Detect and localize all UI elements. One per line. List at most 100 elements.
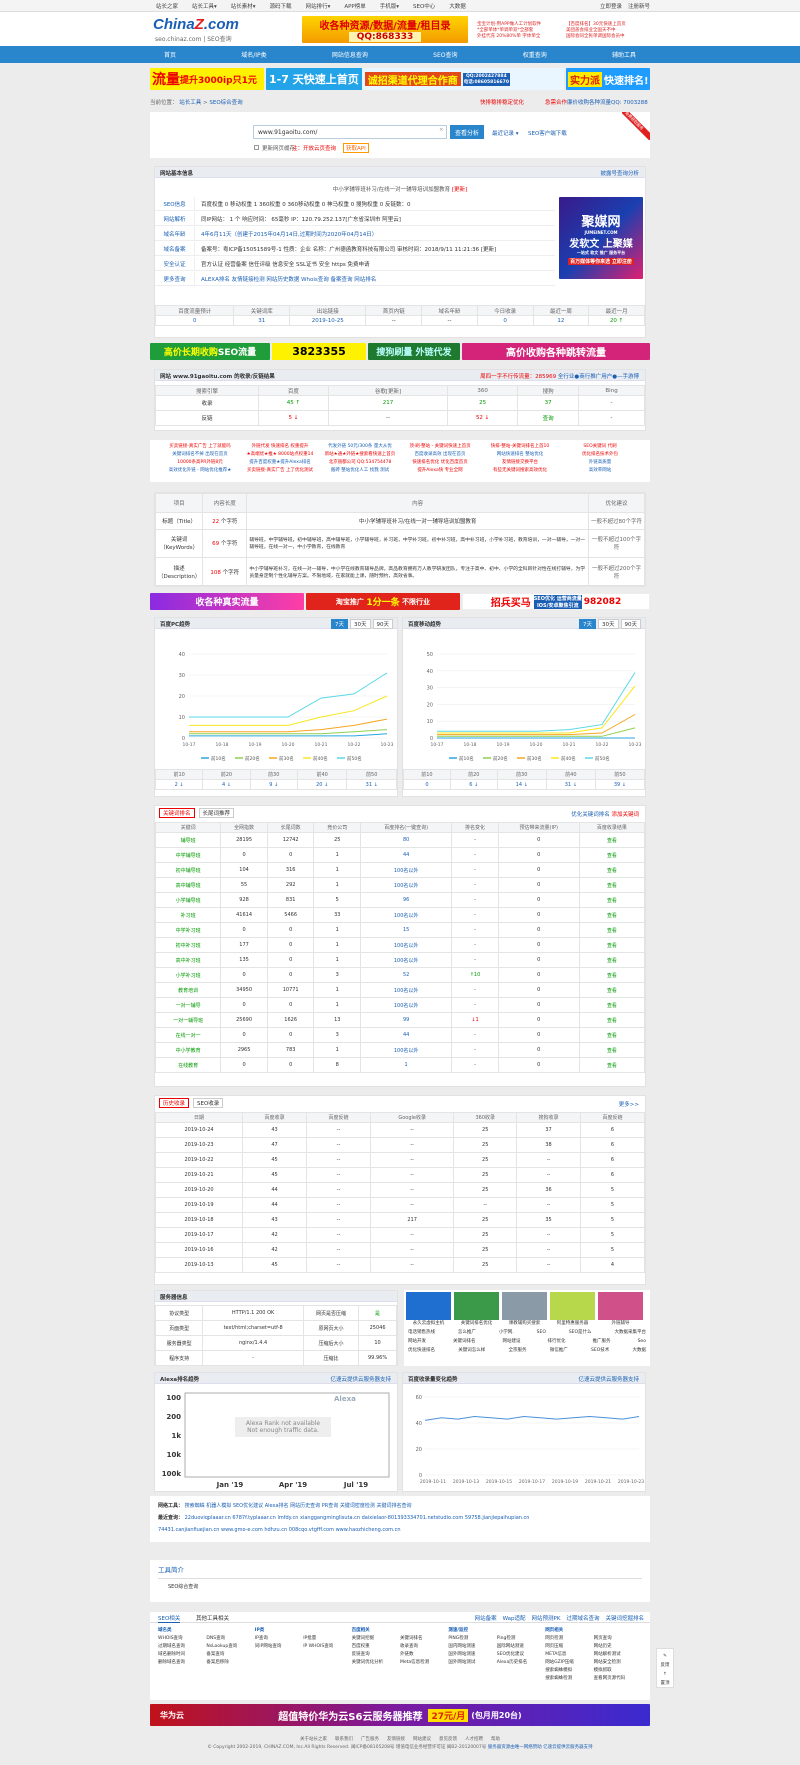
kw-cell[interactable]: 辅导班 (154, 832, 222, 848)
kw-cell[interactable]: 在线教育 (154, 1057, 222, 1073)
back-to-top-button[interactable]: ↑ 置顶 (657, 1670, 673, 1688)
footer-link[interactable]: 网页压缩 (545, 1643, 593, 1651)
main-nav-seo[interactable]: SEO查询 (419, 50, 471, 59)
login-link[interactable]: 立即登录 (600, 2, 622, 10)
footer-link[interactable]: META信息 (545, 1651, 593, 1659)
footer-link[interactable]: 网站历史 (594, 1643, 642, 1651)
footer-link[interactable]: IP WHOIS查询 (303, 1643, 351, 1651)
footer-link[interactable]: 过期域名查询 (158, 1643, 206, 1651)
kw-cell[interactable]: 100名以外 (360, 1042, 453, 1058)
footer-link[interactable]: 删除域名查询 (158, 1659, 206, 1667)
side-ad-jumei[interactable]: 聚媒网 JUMEINET.COM 发软文 上聚媒 一站式 软文 推广 服务平台 … (559, 197, 643, 279)
banner-ad-ranking[interactable]: 1-7 天快速上首页 诚招渠道代理合作商 QQ:2002427884 电话:086… (266, 68, 564, 90)
pc-range-90d[interactable]: 90天 (372, 619, 393, 629)
kw-cell[interactable]: 100名以外 (360, 862, 453, 878)
footer-link[interactable]: 国外网站测速 (448, 1651, 496, 1659)
footer-link[interactable]: Alexa历史排名 (497, 1659, 545, 1667)
mobile-range-30d[interactable]: 30天 (598, 619, 619, 629)
footer-link[interactable]: 反链查询 (352, 1651, 400, 1659)
kw-cell[interactable]: 中小学教育 (154, 1042, 222, 1058)
kw-cell[interactable]: 初中辅导班 (154, 862, 222, 878)
kw-cell[interactable]: 查看 (578, 907, 646, 923)
footer-link[interactable]: 网页查询 (594, 1635, 642, 1643)
kw-cell[interactable]: 100名以外 (360, 952, 453, 968)
top-nav-item[interactable]: 站长工具▾ (192, 2, 217, 10)
kw-cell[interactable]: 99 (360, 1012, 453, 1028)
footer-link[interactable]: 外链数 (400, 1651, 448, 1659)
ad-real-traffic[interactable]: 收各种真实流量 (150, 593, 304, 610)
footer-link[interactable]: NsLookup查询 (206, 1643, 254, 1651)
tab-history-index[interactable]: 历史收录 (159, 1098, 190, 1108)
top-nav-item[interactable]: 手机版▾ (380, 2, 399, 10)
domain-input[interactable]: www.91gaoitu.com/ (253, 125, 447, 139)
basic-info-link[interactable]: 披露号查询分析 (600, 169, 639, 177)
kw-cell[interactable]: 96 (360, 892, 453, 908)
footer-link[interactable]: 模拟抓取 (594, 1667, 642, 1675)
top-nav-item[interactable]: 大数据 (449, 2, 466, 10)
kw-cell[interactable]: 查看 (578, 832, 646, 848)
banner-ad-traffic[interactable]: 流量 提升3000ip只1元 (150, 68, 264, 90)
api-link[interactable]: 获取API (343, 143, 369, 153)
kw-cell[interactable]: 高中辅导班 (154, 877, 222, 893)
search-button[interactable]: 查看分析 (450, 125, 484, 139)
banner-ad-power[interactable]: 实力派 快速排名! (566, 68, 650, 90)
mobile-range-90d[interactable]: 90天 (620, 619, 641, 629)
top-nav-item[interactable]: SEO中心 (413, 2, 435, 10)
footer-link[interactable]: 网站GZIP压缩 (545, 1659, 593, 1667)
tab-seo-index[interactable]: SEO收录 (193, 1098, 224, 1108)
kw-cell[interactable]: 52 (360, 967, 453, 983)
breadcrumb-current[interactable]: SEO综合查询 (209, 100, 242, 106)
tab-keyword-rank[interactable]: 关键词排名 (159, 808, 195, 818)
kw-cell[interactable]: 80 (360, 832, 453, 848)
footer-link[interactable]: 备案查询 (206, 1651, 254, 1659)
footer-link[interactable]: IP批量 (303, 1635, 351, 1643)
footer-link[interactable]: 国际网站测速 (497, 1643, 545, 1651)
footer-link[interactable]: Ping检测 (497, 1635, 545, 1643)
crumb-ad-1[interactable]: 快排稳排稳定优化 (480, 98, 524, 106)
kw-cell[interactable]: 100名以外 (360, 997, 453, 1013)
main-nav-weight[interactable]: 权重查询 (509, 50, 561, 59)
kw-cell[interactable]: 高中补习班 (154, 952, 222, 968)
ad-sogou[interactable]: 搜狗刷量 外链代发 (368, 343, 460, 360)
kw-cell[interactable]: 查看 (578, 847, 646, 863)
clear-icon[interactable]: × (439, 127, 444, 133)
optimize-keyword-link[interactable]: 优化关键词排名 (571, 812, 610, 818)
ad-taobao[interactable]: 淘宝推广 1分一条 不限行业 (306, 593, 460, 610)
bottom-ad-huawei[interactable]: 华为云 超值特价华为云S6云服务器推荐 27元/月 (包月用20台) (150, 1704, 650, 1726)
kw-cell[interactable]: 15 (360, 922, 453, 938)
footer-link[interactable]: 关键词排名 (400, 1635, 448, 1643)
footer-link[interactable]: PING检测 (448, 1635, 496, 1643)
corner-ribbon[interactable]: 免费获取服务 (622, 112, 650, 140)
top-nav-item[interactable]: 网站排行▾ (306, 2, 331, 10)
main-nav-home[interactable]: 首页 (150, 50, 190, 59)
kw-cell[interactable]: 查看 (578, 862, 646, 878)
footer-link[interactable]: 国内网站测速 (448, 1643, 496, 1651)
kw-cell[interactable]: 1 (360, 1057, 453, 1073)
footer-link[interactable]: 搜索蜘蛛检测 (545, 1675, 593, 1683)
main-nav-tools[interactable]: 辅助工具 (598, 50, 650, 59)
kw-cell[interactable]: 查看 (578, 922, 646, 938)
kw-cell[interactable]: 查看 (578, 982, 646, 998)
footer-link[interactable]: 网站安全检测 (594, 1659, 642, 1667)
kw-cell[interactable]: 一对一辅导 (154, 997, 222, 1013)
top-nav-item[interactable]: APP榜单 (344, 2, 365, 10)
kw-cell[interactable]: 初中补习班 (154, 937, 222, 953)
footer-tab-other[interactable]: 其他工具相关 (196, 1614, 229, 1622)
kw-cell[interactable]: 100名以外 (360, 982, 453, 998)
kw-cell[interactable]: 100名以外 (360, 937, 453, 953)
pc-range-7d[interactable]: 7天 (331, 619, 348, 629)
footer-link[interactable]: 网页检测 (545, 1635, 593, 1643)
kw-cell[interactable]: 查看 (578, 1027, 646, 1043)
footer-link[interactable]: DNS查询 (206, 1635, 254, 1643)
footer-tab-seo[interactable]: SEO相关 (158, 1614, 181, 1623)
history-more-link[interactable]: 更多>> (619, 1100, 639, 1108)
footer-link[interactable]: Meta信息检测 (400, 1659, 448, 1667)
footer-link[interactable]: 网站解析测试 (594, 1651, 642, 1659)
kw-cell[interactable]: 100名以外 (360, 877, 453, 893)
kw-cell[interactable]: 44 (360, 847, 453, 863)
kw-cell[interactable]: 查看 (578, 1042, 646, 1058)
tab-longtail[interactable]: 长尾词推荐 (198, 808, 235, 818)
kw-cell[interactable]: 查看 (578, 997, 646, 1013)
kw-cell[interactable]: 一对一辅导班 (154, 1012, 222, 1028)
feedback-button[interactable]: ✎ 反馈 (657, 1652, 673, 1670)
